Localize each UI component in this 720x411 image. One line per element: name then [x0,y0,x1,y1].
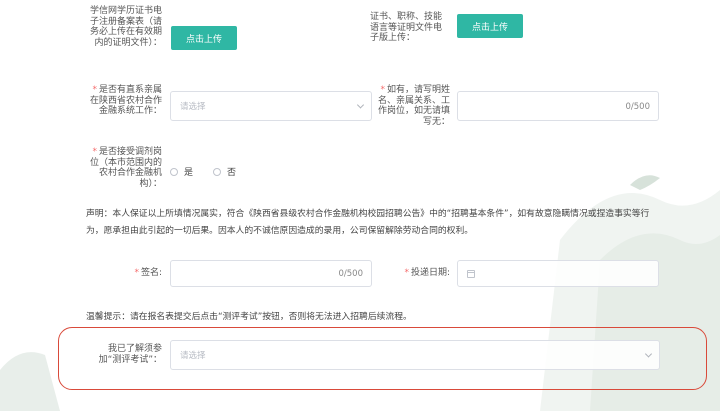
adjust-radio-yes[interactable]: 是 [170,165,193,178]
required-asterisk: * [92,147,97,157]
exam-confirm-select[interactable]: 请选择 [170,340,660,370]
certificate-upload-button[interactable]: 点击上传 [457,14,523,38]
chevron-down-icon [356,101,365,109]
chevron-down-icon [644,350,653,358]
exam-select-placeholder: 请选择 [180,351,206,361]
diploma-upload-button[interactable]: 点击上传 [171,26,237,50]
adjust-radio-no[interactable]: 否 [213,165,236,178]
relative-detail-textarea[interactable]: 0/500 [457,91,659,121]
calendar-icon [467,269,475,278]
relative-question-label: * 是否有直系亲属在陕西省农村合作金融系统工作： [89,85,162,116]
required-asterisk: * [380,85,385,95]
adjust-radio-group: 是 否 [170,165,256,178]
signature-input[interactable]: 0/500 [170,260,372,287]
radio-circle-icon [213,167,222,176]
diploma-upload-label: 学信网学历证书电子注册备案表（请务必上传在有效期内的证明文件）： [89,6,162,48]
signature-counter: 0/500 [338,269,364,279]
relative-select[interactable]: 请选择 [170,91,372,121]
relative-detail-counter: 0/500 [625,102,651,112]
required-asterisk: * [134,268,139,278]
required-asterisk: * [92,85,97,95]
submit-date-picker[interactable] [457,260,659,287]
radio-circle-icon [170,167,178,176]
certificate-upload-label: 证书、职称、技能语言等证明文件电子版上传： [370,12,443,43]
relative-select-placeholder: 请选择 [180,102,206,112]
adjust-question-label: * 是否接受调剂岗位（本市范围内的农村合作金融机构）： [89,147,162,189]
warm-tip-text: 温馨提示：请在报名表提交后点击“测评考试”按钮，否则将无法进入招聘后续流程。 [86,312,412,322]
declaration-text: 声明：本人保证以上所填情况属实，符合《陕西省县级农村合作金融机构校园招聘公告》中… [86,209,650,236]
signature-label: * 签名: [134,268,162,278]
submit-date-label: * 投递日期: [404,268,450,278]
relative-detail-label: * 如有，请写明姓名、亲属关系、工作岗位，如无请填写无： [377,85,450,127]
form-page: 学信网学历证书电子注册备案表（请务必上传在有效期内的证明文件）： 点击上传 证书… [0,0,720,411]
exam-confirm-label: 我已了解须参加“测评考试”： [98,344,162,365]
required-asterisk: * [404,268,409,278]
